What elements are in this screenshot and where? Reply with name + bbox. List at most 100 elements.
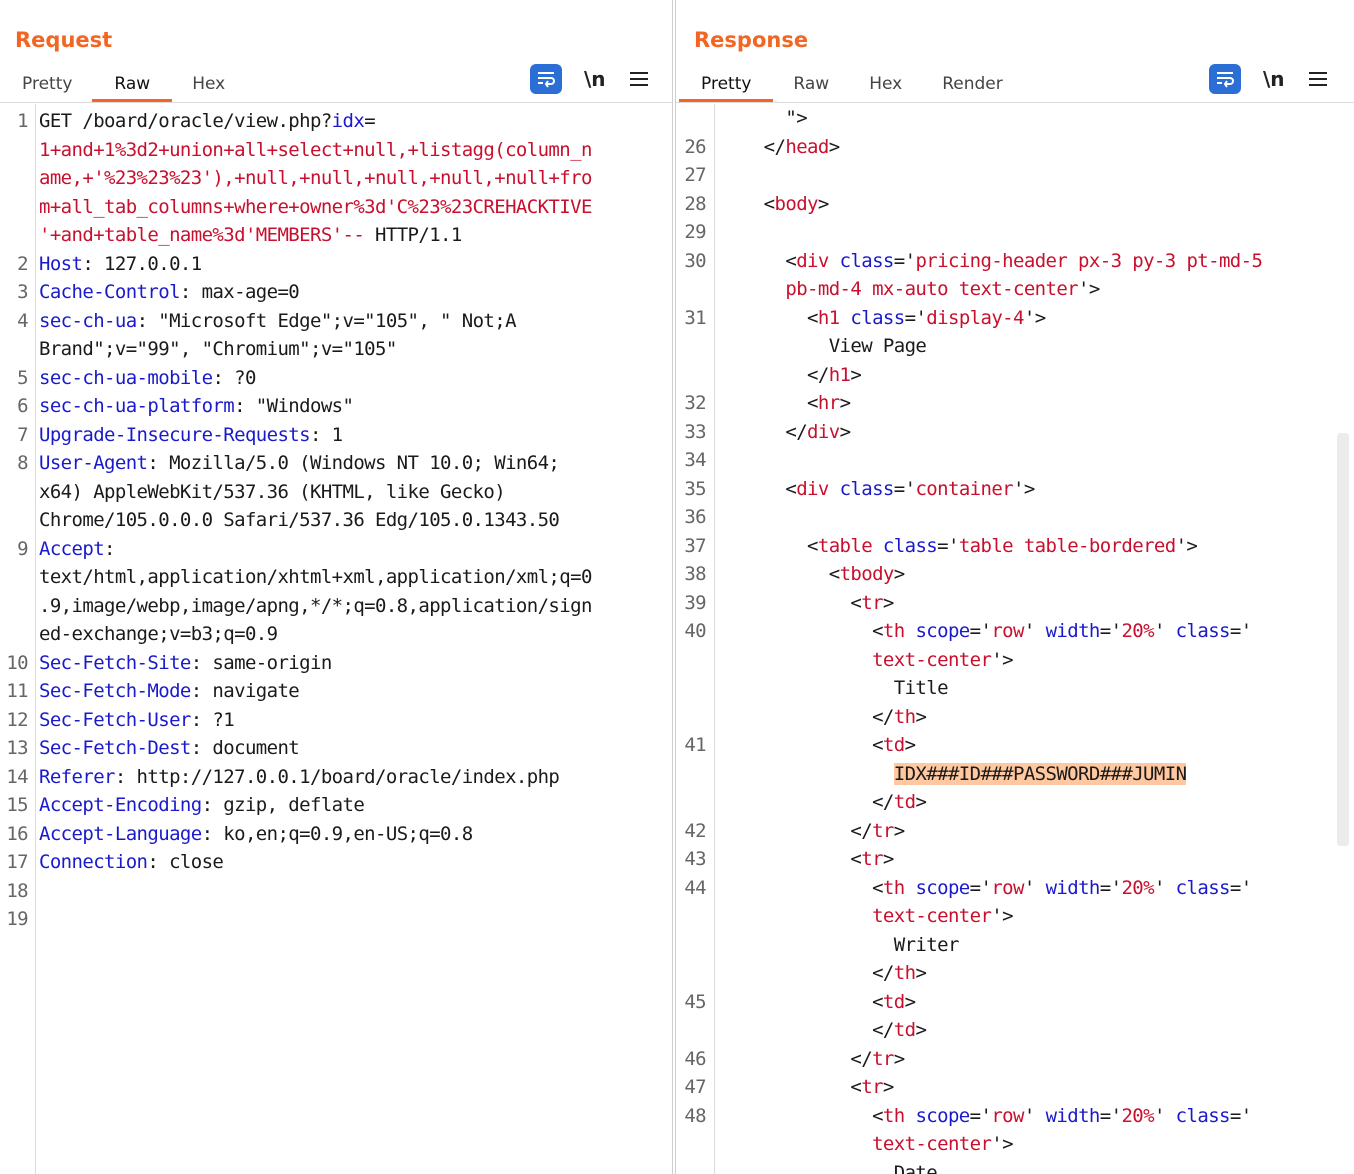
code-line: 44 <th scope='row' width='20%' class=' [676,874,1354,903]
token: = [364,110,376,132]
token: '> [1013,477,1035,500]
line-number: 39 [684,591,706,614]
tab-raw[interactable]: Raw [92,70,172,102]
line-number: 41 [684,734,706,756]
token: hr [817,392,840,414]
line-text: <th scope='row' width='20%' class=' [742,617,1252,646]
code-line: 36 [676,503,1354,532]
code-line: text-center'> [676,1130,1354,1159]
token: '+and+table_name%3d'MEMBERS'-- [39,224,365,246]
token: =' [904,306,927,329]
code-line: </th> [676,959,1354,988]
menu-icon[interactable] [629,72,648,86]
token: </ [742,1047,873,1070]
token: table [817,534,873,557]
response-pane: Response Pretty Raw Hex Render \n "> 26 <… [675,0,1354,1174]
line-text: </th> [742,703,927,732]
line-text: <h1 class='display-4'> [742,304,1046,333]
line-text: "> [742,104,807,133]
token: width [1045,620,1101,642]
token: </ [742,1019,894,1041]
line-text: '+and+table_name%3d'MEMBERS'-- HTTP/1.1 [39,221,462,250]
token: 20% [1121,876,1154,899]
vertical-scrollbar[interactable] [1337,433,1349,846]
token: td [893,791,916,813]
line-text: x64) AppleWebKit/537.36 (KHTML, like Gec… [39,478,506,507]
tab-pretty[interactable]: Pretty [679,70,774,102]
token: < [742,1104,883,1127]
word-wrap-icon[interactable] [1209,64,1241,94]
line-text: Cache-Control: max-age=0 [39,278,300,307]
request-tabs: Pretty Raw Hex [2,70,245,102]
line-number: 6 [17,395,28,417]
tab-hex[interactable]: Hex [849,70,922,102]
line-number: 19 [6,908,28,930]
line-text: Referer: http://127.0.0.1/board/oracle/i… [39,763,560,792]
line-number: 13 [6,737,28,759]
line-number: 16 [6,822,28,845]
request-editor[interactable]: 1 GET /board/oracle/view.php?idx= 1+and+1%… [0,104,672,1174]
code-line: 45 <td> [676,988,1354,1017]
line-text: Upgrade-Insecure-Requests: 1 [39,421,343,450]
line-text: Accept-Encoding: gzip, deflate [39,791,365,820]
token: text-center [742,648,992,671]
line-text: sec-ch-ua-mobile: ?0 [39,364,256,393]
line-text: sec-ch-ua-platform: "Windows" [39,392,354,421]
line-number: 12 [6,708,28,731]
line-text: pb-md-4 mx-auto text-center'> [742,275,1100,304]
code-line: </td> [676,788,1354,817]
code-line: x64) AppleWebKit/537.36 (KHTML, like Gec… [0,478,672,507]
tab-hex[interactable]: Hex [172,70,245,102]
token: Referer [39,765,115,788]
show-newlines-button[interactable]: \n [584,67,606,91]
line-number: 11 [6,680,28,702]
line-text: IDX###ID###PASSWORD###JUMIN [742,760,1187,789]
token: sec-ch-ua-platform [39,395,235,417]
token: text/html,application/xhtml+xml,applicat… [39,566,592,588]
line-text: User-Agent: Mozilla/5.0 (Windows NT 10.0… [39,449,560,478]
request-pane: Request Pretty Raw Hex \n 1 GET /board/or… [0,0,673,1174]
token: div [807,420,840,443]
token: =' [969,1104,992,1127]
token: class [1175,876,1231,899]
code-line: 28 <body> [676,190,1354,219]
token: th [882,1104,905,1127]
token: scope [915,620,970,642]
token: class [1175,1104,1231,1127]
token: =' [893,477,916,500]
line-text: Connection: close [39,848,224,877]
code-line: Writer [676,931,1354,960]
code-line: 1+and+1%3d2+union+all+select+null,+lista… [0,136,672,165]
token: Date [742,1161,938,1174]
line-number: 9 [17,537,28,560]
tab-render[interactable]: Render [922,70,1023,102]
code-line: text/html,application/xhtml+xml,applicat… [0,563,672,592]
token: .9,image/webp,image/apng,*/*;q=0.8,appli… [39,594,592,617]
token: '> [991,905,1013,927]
token: : "Microsoft Edge";v="105", " Not;A [136,309,517,332]
token: < [742,534,818,557]
token: </ [742,705,894,728]
show-newlines-button[interactable]: \n [1263,67,1285,91]
line-number: 45 [684,990,706,1013]
line-number: 30 [684,249,706,272]
line-number: 8 [17,452,28,474]
token: =' [1099,1104,1122,1127]
tab-raw[interactable]: Raw [773,70,849,102]
token: : [104,537,115,560]
token: </ [742,420,808,443]
response-title: Response [694,28,809,52]
menu-icon[interactable] [1308,72,1327,86]
token: idx [331,110,365,132]
token: th [893,962,916,984]
token: tr [872,819,894,842]
code-line: text-center'> [676,902,1354,931]
code-line: 3 Cache-Control: max-age=0 [0,278,672,307]
response-editor[interactable]: "> 26 </head> 27 28 <body> 29 30 <div class='… [676,104,1354,1174]
code-line: 47 <tr> [676,1073,1354,1102]
word-wrap-icon[interactable] [530,64,562,94]
tab-pretty[interactable]: Pretty [2,70,92,102]
token: Accept [39,537,105,560]
line-number: 31 [684,306,706,329]
